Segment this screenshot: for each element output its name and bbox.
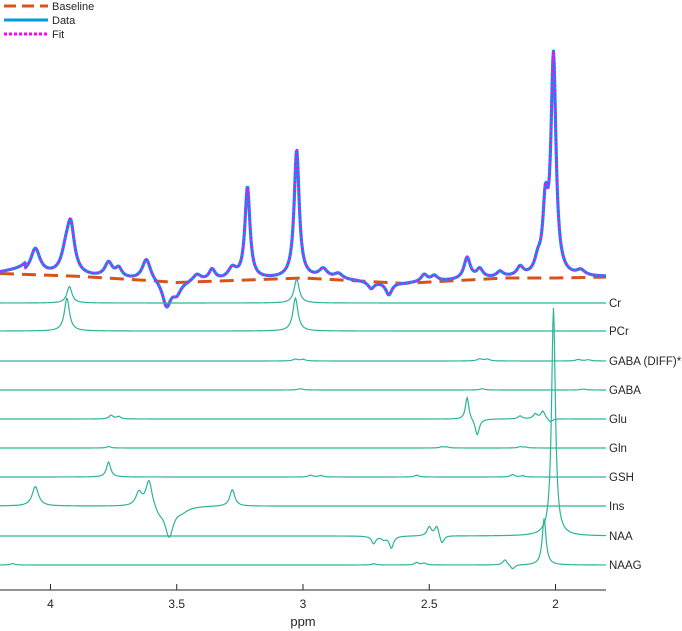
metabolite-label: GSH — [609, 472, 634, 484]
metabolite-trace-gln — [0, 445, 606, 449]
x-tick-label: 2 — [552, 597, 559, 611]
metabolite-trace-cr — [0, 278, 606, 304]
metabolite-trace-glu — [0, 396, 606, 436]
metabolite-label: NAA — [609, 531, 633, 543]
baseline-series — [0, 272, 607, 285]
legend-label-data: Data — [52, 15, 76, 27]
x-tick-label: 3 — [300, 597, 307, 611]
metabolite-trace-gsh — [0, 461, 606, 478]
legend-label-baseline: Baseline — [52, 1, 94, 13]
metabolite-trace-gaba-diff — [0, 358, 607, 362]
spectrum-plot — [0, 49, 607, 309]
metabolite-label: NAAG — [609, 560, 642, 572]
metabolite-label: GABA (DIFF)* — [609, 356, 682, 368]
spectrum-chart: Baseline Data Fit Cr PCr GABA (DIFF)* GABA Glu… — [0, 1, 682, 629]
x-tick-label: 4 — [47, 597, 54, 611]
fit-series — [0, 50, 607, 309]
x-tick-label: 2.5 — [421, 597, 438, 611]
metabolite-trace-naa — [0, 307, 607, 550]
metabolite-label: Glu — [609, 414, 627, 426]
metabolite-label: Gln — [609, 443, 627, 455]
metabolite-plots: Cr PCr GABA (DIFF)* GABA Glu Gln GSH Ins NAA NAAG — [0, 278, 682, 572]
x-tick-label: 3.5 — [168, 597, 185, 611]
metabolite-label: PCr — [609, 326, 629, 338]
x-axis-label: ppm — [290, 614, 315, 629]
x-axis: 4 3.5 3 2.5 2 — [0, 584, 606, 611]
metabolite-label: GABA — [609, 385, 641, 397]
metabolite-trace-gaba — [0, 388, 606, 391]
metabolite-label: Ins — [609, 501, 625, 513]
data-series — [0, 49, 607, 309]
legend-label-fit: Fit — [52, 29, 64, 41]
metabolite-label: Cr — [609, 298, 621, 310]
legend: Baseline Data Fit — [4, 1, 94, 41]
metabolite-trace-naag — [0, 518, 607, 570]
metabolite-trace-ins — [0, 479, 606, 538]
